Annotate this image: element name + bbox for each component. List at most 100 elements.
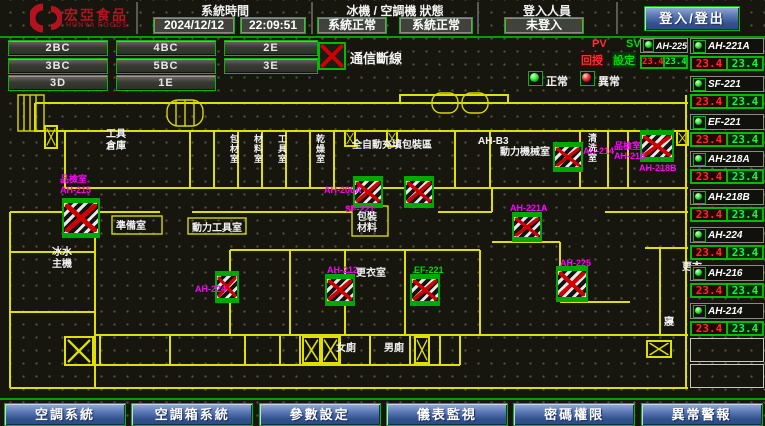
unit-sv-value: 23.4 <box>665 57 686 67</box>
empty-unit-slot <box>690 364 764 388</box>
unit-sv-value: 23.4 <box>728 58 762 69</box>
unit-name-box: SF-221 <box>690 76 764 92</box>
unit-pv-value: 23.4 <box>692 134 728 145</box>
unit-name-box: EF-221 <box>690 114 764 130</box>
plan-unit-label: AH-206A <box>324 185 362 195</box>
nav-button-3[interactable]: 參數設定 <box>259 403 381 426</box>
plan-room-label: 全自動充填包裝區 <box>352 140 432 151</box>
plan-unit-label: AH-225 <box>560 258 591 268</box>
unit-status-led <box>693 153 706 166</box>
unit-name: AH-214 <box>708 306 742 317</box>
plan-unit-label: AH-212 <box>327 265 358 275</box>
sv-legend-label: SV <box>626 38 641 50</box>
header-divider <box>136 2 138 34</box>
plan-unit-label: AH-215 <box>60 185 91 195</box>
nav-button-5[interactable]: 密碼權限 <box>513 403 635 426</box>
fan-damper-icon <box>64 336 94 366</box>
plan-room-label: 乾燥室 <box>314 134 325 164</box>
unit-name-box: AH-221A <box>690 38 764 54</box>
unit-name: AH-216 <box>708 268 742 279</box>
login-logout-button[interactable]: 登入/登出 <box>644 6 740 31</box>
unit-name: AH-224 <box>708 230 742 241</box>
plan-room-label: 倉庫 <box>106 141 126 152</box>
ahu-offline-icon[interactable] <box>325 274 355 306</box>
unit-sv-value: 23.4 <box>728 134 762 145</box>
login-status-value: 未登入 <box>504 17 584 34</box>
unit-name: AH-225 <box>656 41 687 51</box>
plan-room-label: 包材室 <box>228 134 239 164</box>
unit-name: SF-221 <box>708 79 741 90</box>
unit-status-led <box>693 305 706 318</box>
floor-button-5bc[interactable]: 5BC <box>116 58 216 74</box>
plan-room-label: 主機 <box>52 259 72 270</box>
plan-room-label: 動力機械室 <box>500 147 550 158</box>
floor-button-2bc[interactable]: 2BC <box>8 40 108 56</box>
chiller-status-value: 系統正常 <box>317 17 387 34</box>
unit-name: AH-218A <box>708 154 750 165</box>
unit-sv-value: 23.4 <box>728 323 762 334</box>
nav-button-6[interactable]: 異常警報 <box>641 403 763 426</box>
plan-room-label: 男廁 <box>384 343 404 354</box>
unit-sv-value: 23.4 <box>728 285 762 296</box>
unit-status-led <box>693 40 706 53</box>
system-date-value: 2024/12/12 <box>153 17 235 34</box>
unit-name-box: AH-224 <box>690 227 764 243</box>
floor-button-3e[interactable]: 3E <box>224 58 318 74</box>
plan-room-label: 動力工具室 <box>192 223 242 234</box>
unit-value-box: 23.423.4 <box>690 94 764 109</box>
unit-name: AH-218B <box>708 192 750 203</box>
normal-led-icon <box>528 71 543 86</box>
unit-sv-value: 23.4 <box>728 209 762 220</box>
plan-unit-label: AH-224 <box>195 284 226 294</box>
abnormal-legend-label: 異常 <box>598 73 620 89</box>
floor-button-2e[interactable]: 2E <box>224 40 318 56</box>
unit-status-led <box>643 39 654 52</box>
unit-status-led <box>693 78 706 91</box>
ahu-offline-icon[interactable] <box>410 274 440 306</box>
unit-name: AH-221A <box>708 41 750 52</box>
plan-room-label: 清洗室 <box>586 133 597 163</box>
plan-unit-label: AH-221A <box>510 203 548 213</box>
plan-room-label: 女廁 <box>336 343 356 354</box>
nav-button-2[interactable]: 空調箱系統 <box>131 403 253 426</box>
unit-pv-value: 23.4 <box>692 96 728 107</box>
plan-room-label: 寢 <box>664 317 674 328</box>
fan-damper-icon <box>44 125 58 149</box>
unit-name-box: AH-218A <box>690 151 764 167</box>
ahu-offline-icon[interactable] <box>556 266 588 302</box>
normal-legend-label: 正常 <box>546 73 568 89</box>
bottom-nav-bar: 空調系統空調箱系統參數設定儀表監視密碼權限異常警報 <box>0 398 765 426</box>
header-divider <box>616 2 618 34</box>
plan-room-label: 工具室 <box>276 134 287 164</box>
ahu-offline-icon[interactable] <box>62 198 100 238</box>
unit-name-box: AH-216 <box>690 265 764 281</box>
setpoint-legend-label: 設定 <box>612 52 636 68</box>
system-time-value: 22:09:51 <box>240 17 306 34</box>
plan-unit-label: 品檢室 <box>60 174 87 184</box>
unit-pv-value: 23.4 <box>692 247 728 258</box>
ahu-offline-icon[interactable] <box>640 130 674 162</box>
nav-button-4[interactable]: 儀表監視 <box>386 403 508 426</box>
ahu-offline-icon[interactable] <box>512 212 542 242</box>
ahu-offline-icon[interactable] <box>404 176 434 208</box>
comm-offline-label: 通信斷線 <box>350 48 402 67</box>
fan-damper-icon <box>302 336 321 364</box>
ahu-offline-icon[interactable] <box>553 142 583 172</box>
unit-status-led <box>693 116 706 129</box>
unit-sv-value: 23.4 <box>728 171 762 182</box>
empty-unit-slot <box>690 338 764 362</box>
floor-button-3bc[interactable]: 3BC <box>8 58 108 74</box>
floor-button-4bc[interactable]: 4BC <box>116 40 216 56</box>
fan-damper-icon <box>646 340 672 358</box>
unit-name: EF-221 <box>708 117 741 128</box>
plan-room-label: 更衣室 <box>356 268 386 279</box>
unit-name-box: AH-225 <box>640 38 688 53</box>
plan-room-label: 冰水 <box>52 247 72 258</box>
fan-damper-icon <box>414 336 430 364</box>
unit-value-box: 23.423.4 <box>690 283 764 298</box>
nav-button-1[interactable]: 空調系統 <box>4 403 126 426</box>
unit-value-box: 23.423.4 <box>690 207 764 222</box>
plan-room-label: 準備室 <box>116 221 146 232</box>
unit-name-box: AH-214 <box>690 303 764 319</box>
plan-room-label: 材料 <box>357 223 377 234</box>
